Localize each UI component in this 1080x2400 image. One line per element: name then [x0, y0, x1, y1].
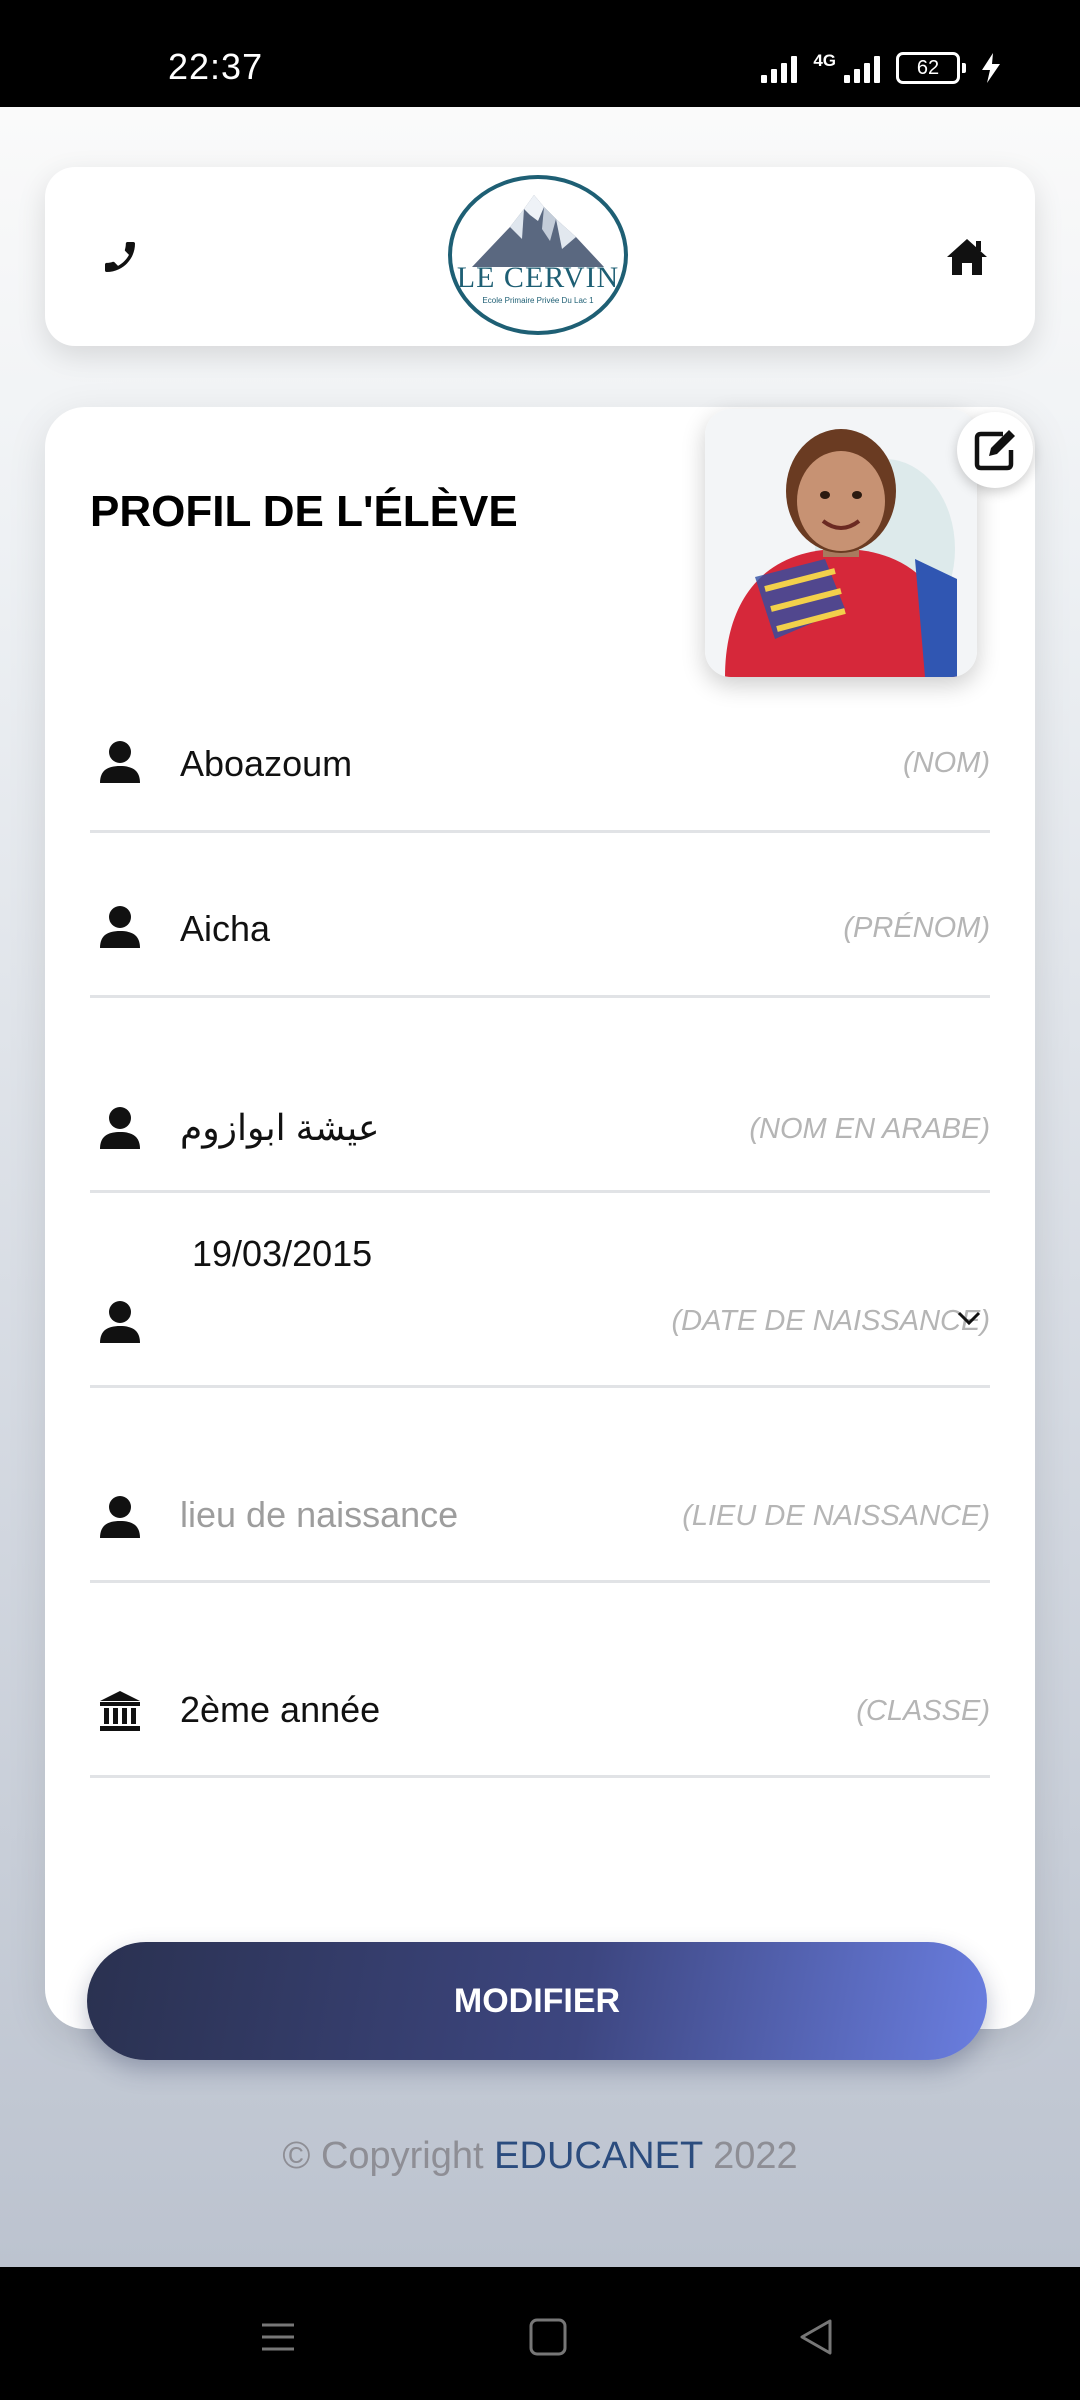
nom-arabe-value: عيشة ابوازوم	[180, 1107, 380, 1148]
date-naissance-value: 19/03/2015	[192, 1233, 373, 1274]
battery-level: 62	[896, 52, 960, 84]
battery-icon: 62	[896, 52, 966, 84]
phone-icon[interactable]	[90, 227, 150, 287]
app-screen: LE CERVIN Ecole Primaire Privée Du Lac 1…	[0, 107, 1080, 2267]
institution-icon	[100, 1691, 140, 1731]
nom-arabe-label: (NOM EN ARABE)	[749, 1113, 990, 1145]
edit-photo-button[interactable]	[957, 412, 1033, 488]
student-photo	[705, 409, 977, 677]
copyright-prefix: © Copyright	[282, 2135, 484, 2177]
profile-card: PROFIL DE L'ÉLÈVE Aboazoum (NOM) Aicha (…	[45, 407, 1035, 2060]
person-icon	[100, 906, 140, 948]
lieu-naissance-label: (LIEU DE NAISSANCE)	[682, 1500, 990, 1532]
system-nav-bar	[0, 2267, 1080, 2400]
status-bar: 22:37 4G 62	[0, 0, 1080, 107]
classe-value: 2ème année	[180, 1689, 381, 1730]
date-naissance-label: (DATE DE NAISSANCE)	[671, 1305, 990, 1337]
modifier-button[interactable]: MODIFIER	[87, 1942, 987, 2060]
chevron-down-icon[interactable]	[956, 1309, 982, 1327]
page-title: PROFIL DE L'ÉLÈVE	[90, 487, 518, 536]
charging-icon	[982, 53, 1000, 83]
brand-link[interactable]: EDUCANET	[494, 2135, 702, 2177]
menu-button[interactable]	[248, 2307, 308, 2367]
copyright-year: 2022	[713, 2135, 798, 2177]
signal-icon-2	[844, 53, 880, 83]
home-nav-button[interactable]	[518, 2307, 578, 2367]
lieu-naissance-placeholder: lieu de naissance	[180, 1494, 459, 1535]
person-icon	[100, 741, 140, 783]
field-lieu-naissance[interactable]: lieu de naissance (LIEU DE NAISSANCE)	[90, 1388, 990, 1583]
logo-title: LE CERVIN	[456, 261, 620, 294]
status-icons: 4G 62	[761, 52, 1000, 84]
classe-label: (CLASSE)	[856, 1695, 990, 1727]
person-icon	[100, 1107, 140, 1149]
logo-subtitle: Ecole Primaire Privée Du Lac 1	[482, 296, 594, 305]
school-logo: LE CERVIN Ecole Primaire Privée Du Lac 1	[448, 175, 628, 335]
header-bar: LE CERVIN Ecole Primaire Privée Du Lac 1	[45, 167, 1035, 346]
field-nom-arabe[interactable]: عيشة ابوازوم (NOM EN ARABE)	[90, 1027, 990, 1193]
status-time: 22:37	[168, 46, 264, 87]
nom-label: (NOM)	[903, 747, 990, 779]
person-icon	[100, 1496, 140, 1538]
home-icon[interactable]	[937, 227, 997, 287]
copyright-footer: © Copyright EDUCANET 2022	[0, 2135, 1080, 2178]
prenom-label: (PRÉNOM)	[843, 912, 990, 944]
field-date-naissance[interactable]: 19/03/2015 (DATE DE NAISSANCE)	[90, 1193, 990, 1388]
nom-value: Aboazoum	[180, 743, 353, 784]
field-classe[interactable]: 2ème année (CLASSE)	[90, 1583, 990, 1778]
network-type: 4G	[813, 50, 836, 70]
back-nav-button[interactable]	[786, 2307, 846, 2367]
person-icon	[100, 1301, 140, 1343]
field-nom[interactable]: Aboazoum (NOM)	[90, 697, 990, 833]
square-icon	[529, 2318, 567, 2356]
edit-icon	[974, 430, 1015, 471]
back-triangle-icon	[800, 2319, 832, 2355]
signal-icon	[761, 53, 798, 83]
prenom-value: Aicha	[180, 908, 271, 949]
menu-icon	[262, 2323, 294, 2351]
field-prenom[interactable]: Aicha (PRÉNOM)	[90, 862, 990, 998]
